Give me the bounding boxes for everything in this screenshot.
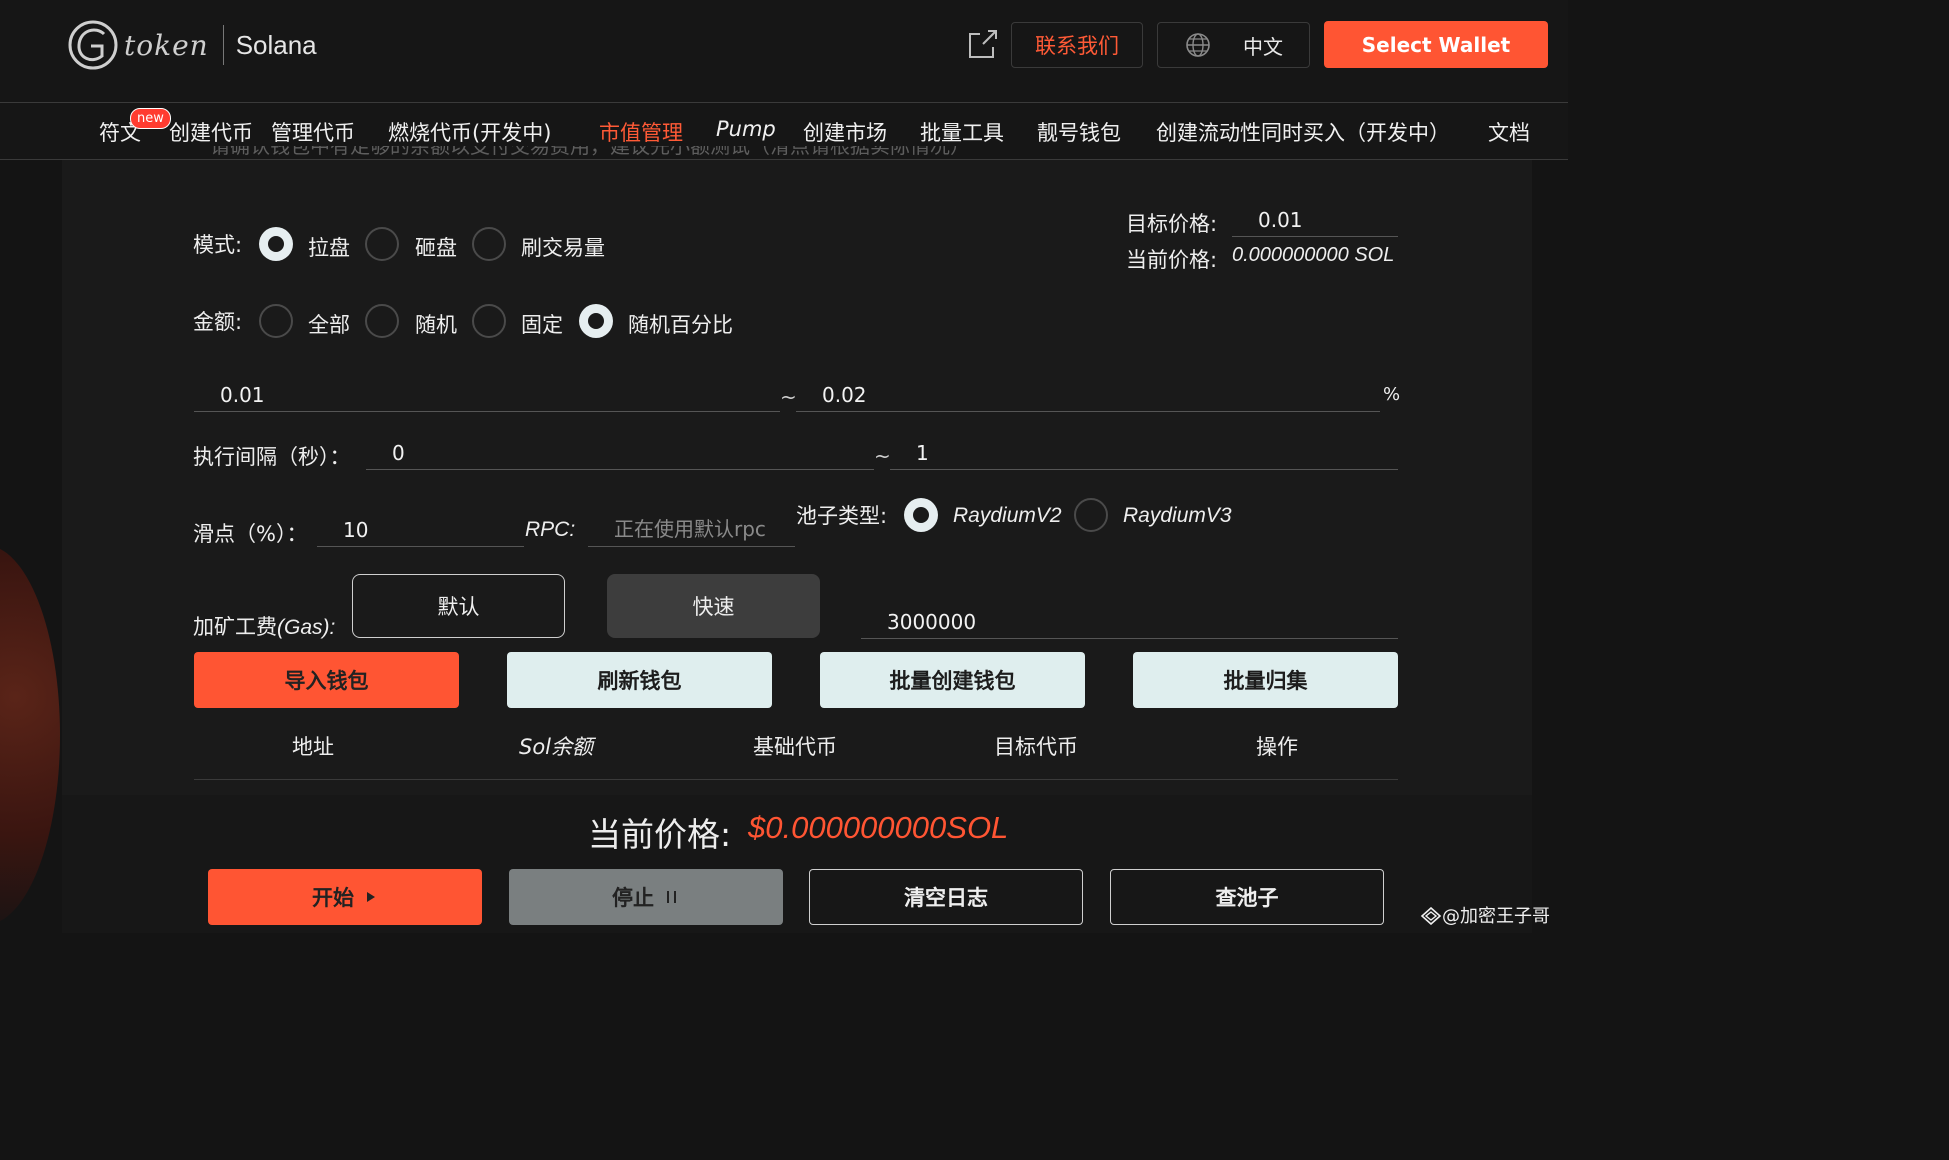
chain-name: Solana xyxy=(235,29,317,60)
column-header-base-token: 基础代币 xyxy=(753,735,837,759)
current-price-value: 0.000000000 SOL xyxy=(1232,244,1395,266)
gas-value: 3000000 xyxy=(887,610,977,634)
amount-radio-all[interactable] xyxy=(259,304,293,338)
pause-icon xyxy=(667,891,676,903)
amount-radio-random[interactable] xyxy=(365,304,399,338)
amount-option-all[interactable]: 全部 xyxy=(308,309,350,339)
globe-icon xyxy=(1186,33,1210,57)
top-header: token Solana 联系我们 中文 Select Wallet xyxy=(0,0,1568,102)
contact-us-button[interactable]: 联系我们 xyxy=(1011,22,1143,68)
mode-option-pump[interactable]: 拉盘 xyxy=(308,232,350,262)
amount-option-random-percent[interactable]: 随机百分比 xyxy=(628,309,733,339)
background-glow xyxy=(0,545,60,925)
start-label: 开始 xyxy=(312,886,354,910)
rpc-placeholder: 正在使用默认rpc xyxy=(614,517,766,541)
interval-label: 执行间隔（秒）： xyxy=(193,445,351,469)
target-price-input[interactable]: 0.01 xyxy=(1232,200,1398,237)
new-badge: new xyxy=(130,108,171,129)
start-button[interactable]: 开始 xyxy=(208,869,482,925)
mode-radio-volume[interactable] xyxy=(472,227,506,261)
nav-item-burn-token[interactable]: 燃烧代币(开发中) xyxy=(388,117,551,147)
check-pool-button[interactable]: 查池子 xyxy=(1110,869,1384,925)
batch-create-wallet-button[interactable]: 批量创建钱包 xyxy=(820,652,1085,708)
slippage-label: 滑点（%）： xyxy=(193,522,308,546)
pool-option-raydium-v3[interactable]: RaydiumV3 xyxy=(1123,504,1232,528)
pool-type-label: 池子类型: xyxy=(796,504,888,528)
scrolled-notice: 请确认钱包中有足够的余额以支付交易费用，建议先小额测试（滑点请根据实际情况） xyxy=(210,146,970,158)
mode-label: 模式: xyxy=(193,233,243,257)
mode-option-volume[interactable]: 刷交易量 xyxy=(521,232,605,262)
select-wallet-button[interactable]: Select Wallet xyxy=(1324,21,1548,68)
amount-radio-fixed[interactable] xyxy=(472,304,506,338)
refresh-wallet-button[interactable]: 刷新钱包 xyxy=(507,652,772,708)
nav-item-market-cap[interactable]: 市值管理 xyxy=(599,117,683,147)
gtoken-logo-icon xyxy=(68,20,118,70)
nav-item-docs[interactable]: 文档 xyxy=(1488,117,1530,147)
pool-radio-raydium-v2[interactable] xyxy=(904,498,938,532)
slippage-input[interactable]: 10 xyxy=(317,510,524,547)
pool-radio-raydium-v3[interactable] xyxy=(1074,498,1108,532)
mode-radio-dump[interactable] xyxy=(365,227,399,261)
range-min-value: 0.01 xyxy=(220,383,265,407)
rpc-input[interactable]: 正在使用默认rpc xyxy=(588,510,795,547)
rpc-label: RPC: xyxy=(525,518,576,541)
amount-option-random[interactable]: 随机 xyxy=(415,309,457,339)
column-header-actions: 操作 xyxy=(1256,735,1298,759)
amount-option-fixed[interactable]: 固定 xyxy=(521,309,563,339)
gas-default-button[interactable]: 默认 xyxy=(352,574,565,638)
nav-item-create-token[interactable]: 创建代币 xyxy=(169,117,253,147)
target-price-value: 0.01 xyxy=(1258,208,1303,232)
watermark-text: @加密王子哥 xyxy=(1442,906,1550,927)
interval-separator: ~ xyxy=(874,444,891,468)
language-label: 中文 xyxy=(1243,34,1283,59)
brand-logo[interactable]: token Solana xyxy=(66,18,317,72)
watermark: @加密王子哥 xyxy=(1420,902,1550,928)
logo-divider xyxy=(222,25,224,65)
nav-item-batch-tools[interactable]: 批量工具 xyxy=(920,117,1004,147)
interval-max-value: 1 xyxy=(916,441,929,465)
pool-option-raydium-v2[interactable]: RaydiumV2 xyxy=(953,504,1062,528)
gas-label: 加矿工费(Gas): xyxy=(193,615,336,639)
mode-option-dump[interactable]: 砸盘 xyxy=(415,232,457,262)
range-max-value: 0.02 xyxy=(822,383,867,407)
share-icon[interactable] xyxy=(966,27,1000,61)
amount-radio-random-percent[interactable] xyxy=(579,304,613,338)
amount-label: 金额: xyxy=(193,310,243,334)
batch-collect-button[interactable]: 批量归集 xyxy=(1133,652,1398,708)
mode-radio-pump[interactable] xyxy=(259,227,293,261)
gas-value-input[interactable]: 3000000 xyxy=(861,602,1398,639)
range-max-input[interactable]: 0.02 xyxy=(796,375,1380,412)
range-min-input[interactable]: 0.01 xyxy=(194,375,780,412)
table-divider xyxy=(194,779,1398,780)
nav-item-create-market[interactable]: 创建市场 xyxy=(803,117,887,147)
watermark-logo-icon xyxy=(1420,906,1442,926)
clear-log-button[interactable]: 清空日志 xyxy=(809,869,1083,925)
play-icon xyxy=(367,892,375,902)
stop-label: 停止 xyxy=(612,886,654,910)
column-header-sol-balance: Sol余额 xyxy=(519,735,594,759)
column-header-target-token: 目标代币 xyxy=(994,735,1078,759)
logo-wordmark: token xyxy=(124,28,209,62)
gas-fast-button[interactable]: 快速 xyxy=(607,574,820,638)
language-switch-button[interactable]: 中文 xyxy=(1157,22,1310,68)
target-price-label: 目标价格: xyxy=(1126,212,1218,236)
range-unit: % xyxy=(1383,384,1401,405)
current-price-label: 当前价格: xyxy=(1126,248,1218,272)
import-wallet-button[interactable]: 导入钱包 xyxy=(194,652,459,708)
nav-item-create-liquidity-buy[interactable]: 创建流动性同时买入（开发中） xyxy=(1156,117,1450,147)
status-price-label: 当前价格: xyxy=(588,815,732,854)
interval-min-input[interactable]: 0 xyxy=(366,433,874,470)
range-separator: ~ xyxy=(780,385,797,409)
interval-max-input[interactable]: 1 xyxy=(890,433,1398,470)
slippage-value: 10 xyxy=(343,518,369,542)
nav-item-manage-token[interactable]: 管理代币 xyxy=(271,117,355,147)
interval-min-value: 0 xyxy=(392,441,405,465)
stop-button[interactable]: 停止 xyxy=(509,869,783,925)
nav-item-pump[interactable]: Pump xyxy=(716,117,776,141)
column-header-address: 地址 xyxy=(292,735,334,759)
nav-item-vanity-wallet[interactable]: 靓号钱包 xyxy=(1037,117,1121,147)
status-price-value: $0.000000000SOL xyxy=(748,810,1009,845)
